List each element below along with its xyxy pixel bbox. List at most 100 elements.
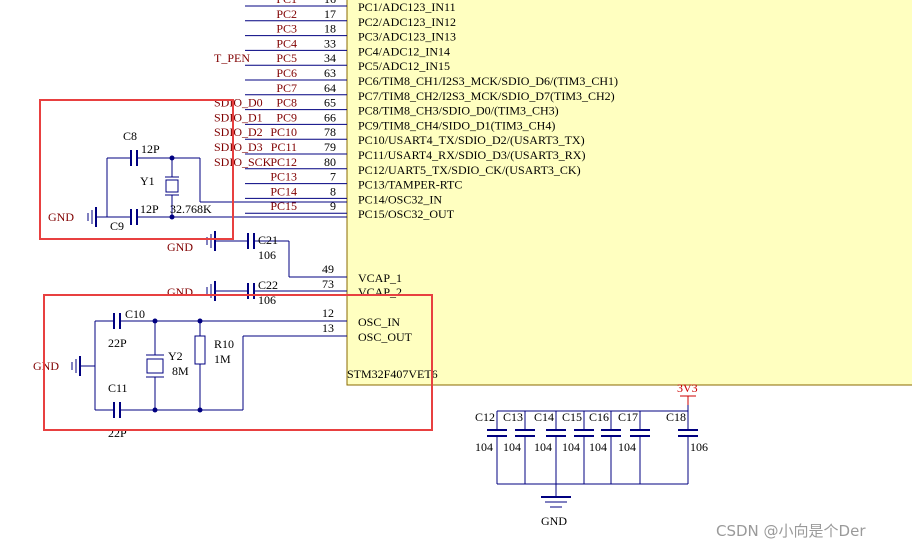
pin-number: 65 [324, 96, 336, 110]
cap-value: 104 [534, 440, 552, 454]
junction-dot [152, 407, 158, 413]
pin-net-label: PC7 [276, 81, 297, 95]
pin-net-label: PC5 [276, 51, 297, 65]
pin-number: 34 [324, 51, 336, 65]
external-net-label: SDIO_SCK [214, 155, 272, 169]
vcap-gnd-label-2: GND [167, 285, 193, 299]
chip-part-name: STM32F407VET6 [347, 367, 438, 381]
power-net-label: 3V3 [677, 381, 698, 395]
pin-function-name: PC5/ADC12_IN15 [358, 59, 450, 73]
r10-ref: R10 [214, 337, 234, 351]
pin-number: 66 [324, 110, 336, 124]
pin-function-name: PC4/ADC12_IN14 [358, 44, 450, 58]
vcap2-pin-number: 73 [322, 277, 334, 291]
y2-ref: Y2 [168, 349, 183, 363]
pin-function-name: PC7/TIM8_CH2/I2S3_MCK/SDIO_D7(TIM3_CH2) [358, 89, 615, 103]
decoupling-capacitor-c13: C13 104 [503, 410, 535, 484]
osc-out-pin-number: 13 [322, 321, 334, 335]
c10-value: 22P [108, 336, 127, 350]
pin-number: 33 [324, 36, 336, 50]
pin-function-name: PC8/TIM8_CH3/SDIO_D0/(TIM3_CH3) [358, 104, 559, 118]
pin-net-label: PC14 [270, 184, 297, 198]
pin-net-label: PC9 [276, 110, 297, 124]
main-osc-gnd-label: GND [33, 359, 59, 373]
external-net-label: SDIO_D1 [214, 110, 263, 124]
decoupling-capacitor-bank: C12 104 C13 104 C14 104 C15 104 C16 104 C17 104 C18 1… [475, 410, 708, 484]
pin-number: 80 [324, 155, 336, 169]
y1-value: 32.768K [170, 202, 212, 216]
osc-in-pin-number: 12 [322, 306, 334, 320]
junction-dot [152, 318, 158, 324]
pin-number: 79 [324, 140, 336, 154]
watermark: CSDN @小向是个Der [716, 522, 866, 540]
pin-net-label: PC12 [270, 155, 297, 169]
pin-function-name: PC10/USART4_TX/SDIO_D2/(USART3_TX) [358, 133, 585, 147]
pin-net-label: PC4 [276, 36, 297, 50]
cap-value: 104 [618, 440, 636, 454]
c11-ref: C11 [108, 381, 128, 395]
pin-number: 63 [324, 66, 336, 80]
cap-ref: C18 [666, 410, 686, 424]
pin-net-label: PC13 [270, 170, 297, 184]
pin-function-name: PC2/ADC123_IN12 [358, 15, 456, 29]
c21-ref: C21 [258, 233, 278, 247]
osc-out-pin-name: OSC_OUT [358, 330, 413, 344]
osc-in-pin-name: OSC_IN [358, 315, 400, 329]
decoupling-capacitor-c17: C17 104 [618, 410, 650, 484]
pin-net-label: PC6 [276, 66, 297, 80]
pin-function-name: PC11/USART4_RX/SDIO_D3/(USART3_RX) [358, 148, 585, 162]
pin-number: 18 [324, 22, 336, 36]
cap-value: 104 [562, 440, 580, 454]
junction-dot [169, 155, 175, 161]
pin-function-name: PC15/OSC32_OUT [358, 207, 455, 221]
pin-number: 78 [324, 125, 336, 139]
pin-number: 8 [330, 184, 336, 198]
vcap-pins [282, 240, 347, 292]
cap-ref: C17 [618, 410, 638, 424]
pin-number: 9 [330, 199, 336, 213]
pin-function-name: PC6/TIM8_CH1/I2S3_MCK/SDIO_D6/(TIM3_CH1) [358, 74, 618, 88]
external-net-label: T_PEN [214, 51, 250, 65]
rtc-gnd-label: GND [48, 210, 74, 224]
decoupling-gnd-label: GND [541, 514, 567, 528]
c8-value: 12P [141, 142, 160, 156]
cap-value: 106 [690, 440, 708, 454]
cap-ref: C14 [534, 410, 554, 424]
pin-function-name: PC14/OSC32_IN [358, 192, 442, 206]
r10-value: 1M [214, 352, 231, 366]
pin-number: 16 [324, 0, 336, 6]
cap-ref: C12 [475, 410, 495, 424]
c9-value: 12P [140, 202, 159, 216]
c9-ref: C9 [110, 219, 124, 233]
junction-dot [197, 407, 203, 413]
external-net-label: SDIO_D3 [214, 140, 263, 154]
vcap1-pin-number: 49 [322, 262, 334, 276]
pin-number: 64 [324, 81, 336, 95]
c8-ref: C8 [123, 129, 137, 143]
pin-net-label: PC10 [270, 125, 297, 139]
cap-ref: C13 [503, 410, 523, 424]
pin-function-name: PC12/UART5_TX/SDIO_CK/(USART3_CK) [358, 163, 581, 177]
decoupling-capacitor-c18: C18 106 [666, 410, 708, 484]
pin-number: 7 [330, 170, 336, 184]
pin-net-label: PC8 [276, 96, 297, 110]
y1-ref: Y1 [140, 174, 155, 188]
external-net-label: SDIO_D2 [214, 125, 263, 139]
decoupling-capacitor-c16: C16 104 [589, 410, 621, 484]
pin-function-name: PC9/TIM8_CH4/SIDO_D1(TIM3_CH4) [358, 118, 555, 132]
cap-ref: C16 [589, 410, 609, 424]
cap-value: 104 [503, 440, 521, 454]
y2-value: 8M [172, 364, 189, 378]
pin-net-label: PC15 [270, 199, 297, 213]
junction-dot [197, 318, 203, 324]
cap-value: 104 [475, 440, 493, 454]
power-arrow-icon [680, 395, 696, 405]
pin-net-label: PC1 [276, 0, 297, 6]
pin-function-name: PC1/ADC123_IN11 [358, 0, 456, 14]
c21-value: 106 [258, 248, 276, 262]
cap-ref: C15 [562, 410, 582, 424]
external-net-label: SDIO_D0 [214, 96, 263, 110]
pin-net-label: PC11 [271, 140, 297, 154]
vcap-gnd-label-1: GND [167, 240, 193, 254]
schematic-canvas: PC1 16 PC1/ADC123_IN11 PC2 17 PC2/ADC123_IN12… [33, 0, 912, 540]
